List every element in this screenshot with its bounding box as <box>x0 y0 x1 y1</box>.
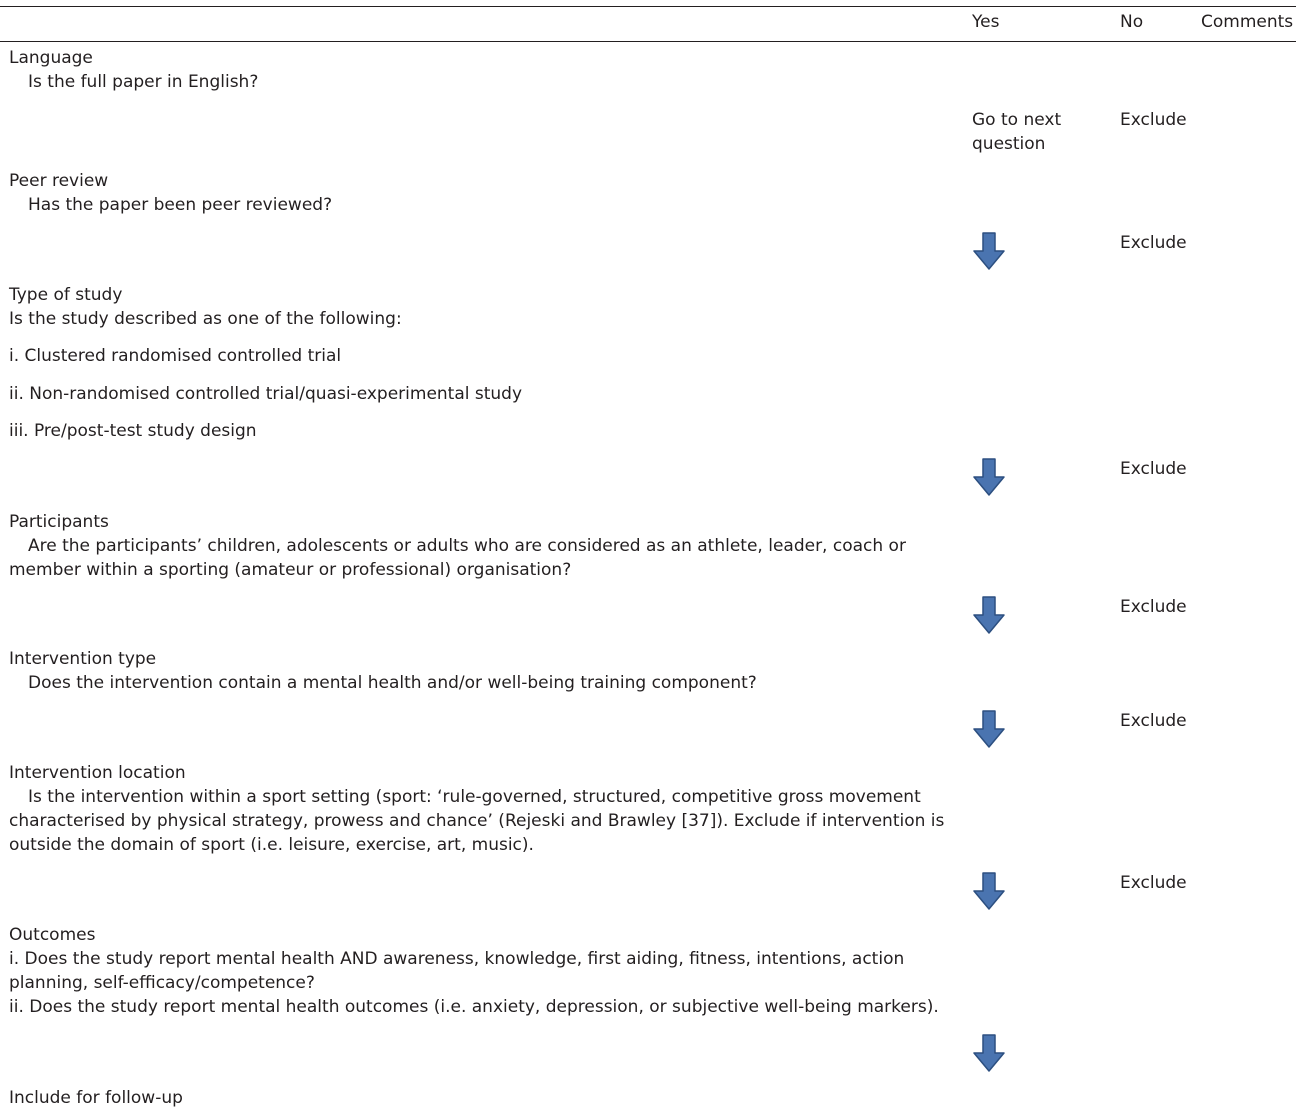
question-language: Is the full paper in English? <box>28 72 259 92</box>
section-title-outcomes: Outcomes <box>9 925 96 945</box>
question-participants-line1: Are the participants’ children, adolesce… <box>28 536 906 556</box>
section-title-participants: Participants <box>9 512 109 532</box>
no-text-participants: Exclude <box>1120 597 1187 617</box>
question-intervention-location-line1: Is the intervention within a sport setti… <box>28 787 921 807</box>
section-title-type-of-study: Type of study <box>9 285 123 305</box>
arrow-down-icon <box>973 1034 1005 1072</box>
section-title-include-follow-up: Include for follow-up <box>9 1088 183 1108</box>
no-text-language: Exclude <box>1120 110 1187 130</box>
study-option: ii. Non-randomised controlled trial/quas… <box>9 384 523 404</box>
question-intervention-type: Does the intervention contain a mental h… <box>28 673 757 693</box>
section-title-language: Language <box>9 48 93 68</box>
section-title-intervention-location: Intervention location <box>9 763 186 783</box>
outcomes-line1: i. Does the study report mental health A… <box>9 949 905 969</box>
table-header-rule <box>0 41 1296 42</box>
question-peer-review: Has the paper been peer reviewed? <box>28 195 333 215</box>
outcomes-line2: planning, self-efficacy/competence? <box>9 973 315 993</box>
column-header-no: No <box>1120 12 1144 32</box>
yes-text-line2: question <box>972 134 1046 154</box>
column-header-comments: Comments <box>1201 12 1294 32</box>
table-top-rule <box>0 6 1296 7</box>
question-type-of-study: Is the study described as one of the fol… <box>9 309 402 329</box>
no-text-peer-review: Exclude <box>1120 233 1187 253</box>
arrow-down-icon <box>973 872 1005 910</box>
no-text-intervention-type: Exclude <box>1120 711 1187 731</box>
study-option: i. Clustered randomised controlled trial <box>9 346 342 366</box>
question-intervention-location-line3: outside the domain of sport (i.e. leisur… <box>9 835 534 855</box>
arrow-down-icon <box>973 232 1005 270</box>
section-title-peer-review: Peer review <box>9 171 109 191</box>
arrow-down-icon <box>973 596 1005 634</box>
yes-text-line1: Go to next <box>972 110 1062 130</box>
no-text-type-of-study: Exclude <box>1120 459 1187 479</box>
arrow-down-icon <box>973 458 1005 496</box>
question-intervention-location-line2: characterised by physical strategy, prow… <box>9 811 945 831</box>
section-title-intervention-type: Intervention type <box>9 649 157 669</box>
question-participants-line2: member within a sporting (amateur or pro… <box>9 560 572 580</box>
outcomes-line3: ii. Does the study report mental health … <box>9 997 939 1017</box>
study-option: iii. Pre/post-test study design <box>9 421 257 441</box>
arrow-down-icon <box>973 710 1005 748</box>
column-header-yes: Yes <box>972 12 1000 32</box>
no-text-intervention-location: Exclude <box>1120 873 1187 893</box>
